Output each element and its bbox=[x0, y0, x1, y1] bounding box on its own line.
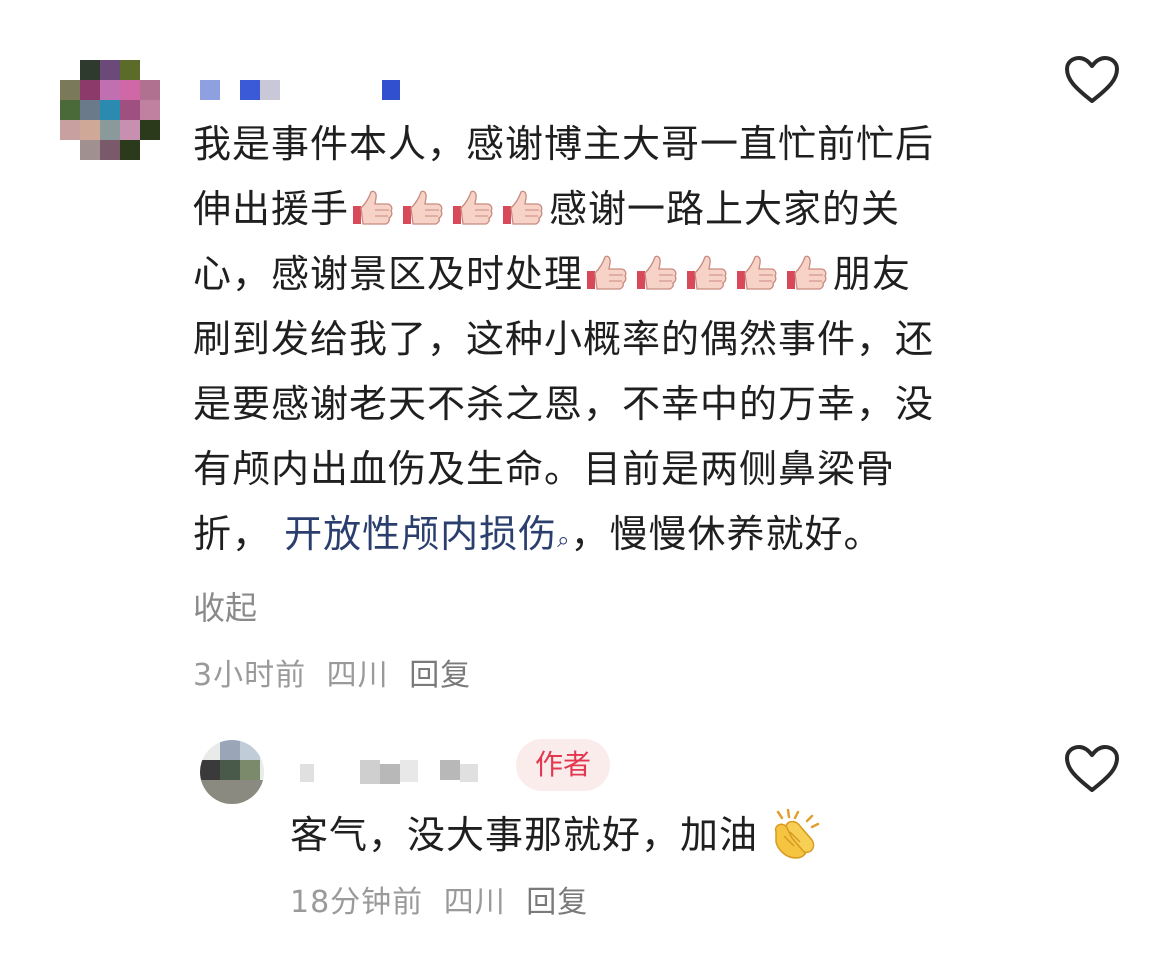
commenter-username[interactable] bbox=[200, 80, 410, 102]
comment-line: 刷到发给我了，这种小概率的偶然事件，还 bbox=[193, 317, 935, 361]
author-tag: 作者 bbox=[516, 739, 611, 791]
search-link[interactable]: 开放性颅内损伤⌕ bbox=[284, 512, 570, 556]
thumbs-up-emoji bbox=[503, 190, 543, 225]
comment-text: 我是事件本人，感谢博主大哥一直忙前忙后 伸出援手 感谢一路上大家的关 心，感谢景区… bbox=[193, 112, 1023, 567]
thumbs-up-emoji bbox=[737, 255, 777, 290]
thumbs-up-emoji bbox=[687, 255, 727, 290]
clapping-hands-emoji bbox=[774, 808, 820, 859]
commenter-avatar[interactable] bbox=[60, 60, 160, 160]
search-icon: ⌕ bbox=[557, 528, 571, 553]
thumbs-up-emoji bbox=[587, 255, 627, 290]
author-avatar[interactable] bbox=[200, 740, 264, 804]
comment-line: 折， 开放性颅内损伤⌕，慢慢休养就好。 bbox=[193, 512, 883, 556]
comment-line: 有颅内出血伤及生命。目前是两侧鼻梁骨 bbox=[193, 447, 896, 491]
collapse-button[interactable]: 收起 bbox=[193, 583, 257, 629]
reply-button[interactable]: 回复 bbox=[526, 885, 588, 920]
reply-time: 18分钟前 bbox=[290, 885, 424, 920]
thumbs-up-emoji bbox=[403, 190, 443, 225]
thumbs-up-emoji-group bbox=[349, 187, 549, 231]
reply-text: 客气，没大事那就好，加油 bbox=[290, 807, 824, 864]
thumbs-up-emoji bbox=[787, 255, 827, 290]
author-username[interactable] bbox=[300, 760, 500, 786]
comment-line: 我是事件本人，感谢博主大哥一直忙前忙后 bbox=[193, 122, 935, 166]
reply-location: 四川 bbox=[443, 885, 506, 920]
reply-button[interactable]: 回复 bbox=[409, 658, 471, 693]
thumbs-up-emoji-group bbox=[583, 252, 833, 296]
heart-outline-icon[interactable] bbox=[1064, 55, 1120, 105]
comment-line: 伸出援手 感谢一路上大家的关 bbox=[193, 187, 901, 231]
comment-time: 3小时前 bbox=[193, 658, 307, 693]
thumbs-up-emoji bbox=[637, 255, 677, 290]
thumbs-up-emoji bbox=[453, 190, 493, 225]
reply-meta: 18分钟前 四川 回复 bbox=[290, 877, 598, 921]
comment-location: 四川 bbox=[326, 658, 389, 693]
comment-line: 心，感谢景区及时处理 朋友 bbox=[193, 252, 912, 296]
heart-outline-icon[interactable] bbox=[1064, 744, 1120, 794]
comment-line: 是要感谢老天不杀之恩，不幸中的万幸，没 bbox=[193, 382, 935, 426]
comment-meta: 3小时前 四川 回复 bbox=[193, 650, 481, 694]
thumbs-up-emoji bbox=[353, 190, 393, 225]
